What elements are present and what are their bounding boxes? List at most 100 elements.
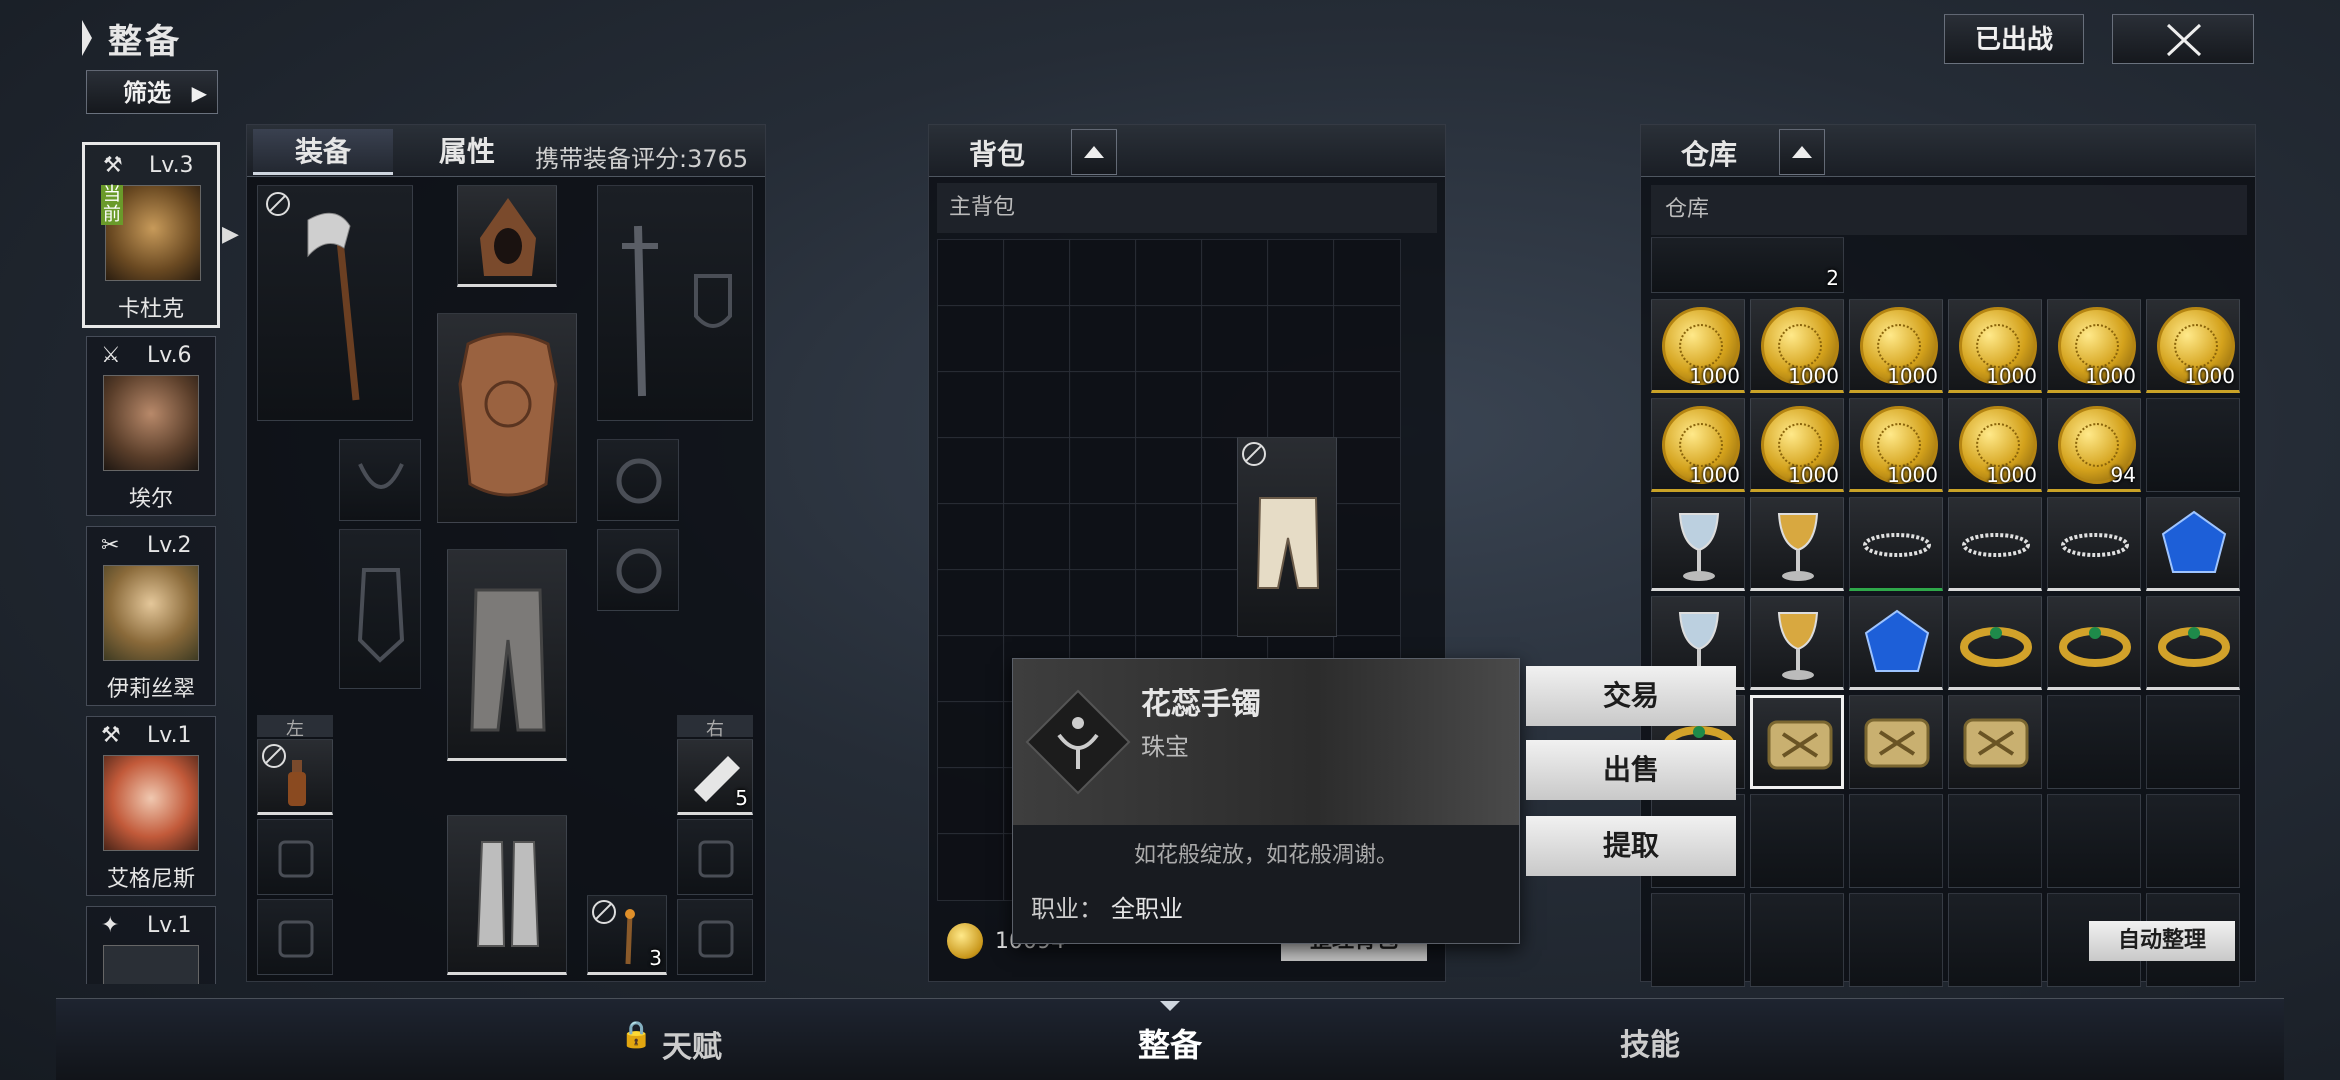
inventory-slot[interactable] xyxy=(1135,503,1203,571)
chevron-right-icon[interactable]: ▶ xyxy=(222,222,239,247)
warehouse-slot[interactable] xyxy=(1948,893,2042,987)
inventory-slot[interactable] xyxy=(1267,371,1335,439)
inventory-slot[interactable] xyxy=(1135,239,1203,307)
warehouse-slot[interactable] xyxy=(1750,695,1844,789)
secondary-weapon-slot[interactable] xyxy=(597,185,753,421)
warehouse-slot[interactable] xyxy=(1750,596,1844,690)
warehouse-slot[interactable]: 1000 xyxy=(2047,299,2141,393)
warehouse-slot[interactable]: 1000 xyxy=(2146,299,2240,393)
warehouse-slot[interactable]: 1000 xyxy=(1651,299,1745,393)
inventory-slot[interactable] xyxy=(1267,305,1335,373)
hero-card[interactable]: ⚒ Lv.1 艾格尼斯 xyxy=(86,716,216,896)
inventory-slot[interactable] xyxy=(1333,371,1401,439)
warehouse-slot[interactable] xyxy=(1948,596,2042,690)
warehouse-slot[interactable]: 1000 xyxy=(1948,299,2042,393)
inventory-slot[interactable] xyxy=(1003,239,1071,307)
collapse-button[interactable] xyxy=(1071,129,1117,175)
inventory-slot[interactable] xyxy=(937,305,1005,373)
nav-skills[interactable]: 技能 xyxy=(1590,1020,1710,1064)
gloves-slot[interactable] xyxy=(339,529,421,689)
auto-sort-button[interactable]: 自动整理 xyxy=(2089,921,2235,961)
trade-button[interactable]: 交易 xyxy=(1526,666,1736,726)
inventory-item[interactable] xyxy=(1237,437,1337,637)
inventory-slot[interactable] xyxy=(937,569,1005,637)
bag-slot[interactable] xyxy=(257,899,333,975)
inventory-slot[interactable] xyxy=(1069,305,1137,373)
inventory-slot[interactable] xyxy=(1069,569,1137,637)
inventory-slot[interactable] xyxy=(937,635,1005,703)
collapse-button[interactable] xyxy=(1779,129,1825,175)
warehouse-slot[interactable]: 94 xyxy=(2047,398,2141,492)
armor-slot[interactable] xyxy=(437,313,577,523)
inventory-slot[interactable] xyxy=(937,239,1005,307)
warehouse-slot[interactable]: 1000 xyxy=(1849,398,1943,492)
inventory-slot[interactable] xyxy=(1201,305,1269,373)
inventory-slot[interactable] xyxy=(1003,569,1071,637)
tab-equipment[interactable]: 装备 xyxy=(253,129,393,175)
inventory-slot[interactable] xyxy=(1069,437,1137,505)
hero-card[interactable]: ✦ Lv.1 xyxy=(86,906,216,984)
inventory-slot[interactable] xyxy=(937,503,1005,571)
helmet-slot[interactable] xyxy=(457,185,557,287)
inventory-slot[interactable] xyxy=(1003,437,1071,505)
hero-card[interactable]: ⚒ Lv.3 当前 卡杜克 xyxy=(82,142,220,328)
warehouse-slot[interactable]: 2 xyxy=(1651,237,1844,293)
tab-attributes[interactable]: 属性 xyxy=(397,129,537,175)
warehouse-slot[interactable] xyxy=(1849,596,1943,690)
inventory-slot[interactable] xyxy=(1135,371,1203,439)
warehouse-slot[interactable] xyxy=(1849,497,1943,591)
inventory-slot[interactable] xyxy=(1201,239,1269,307)
weapon-slot[interactable] xyxy=(257,185,413,421)
close-button[interactable] xyxy=(2112,14,2254,64)
warehouse-slot[interactable]: 1000 xyxy=(1750,299,1844,393)
warehouse-slot[interactable] xyxy=(1750,794,1844,888)
ring-slot[interactable] xyxy=(597,529,679,611)
necklace-slot[interactable] xyxy=(339,439,421,521)
warehouse-slot[interactable] xyxy=(2146,794,2240,888)
warehouse-slot[interactable]: 1000 xyxy=(1651,398,1745,492)
inventory-slot[interactable] xyxy=(1267,239,1335,307)
inventory-slot[interactable] xyxy=(1201,371,1269,439)
warehouse-slot[interactable] xyxy=(1651,497,1745,591)
inventory-slot[interactable] xyxy=(1069,503,1137,571)
bag-slot[interactable] xyxy=(677,899,753,975)
torch-slot[interactable]: 3 xyxy=(587,895,667,975)
inventory-slot[interactable] xyxy=(1333,437,1401,505)
ring-slot[interactable] xyxy=(597,439,679,521)
inventory-slot[interactable] xyxy=(1333,305,1401,373)
warehouse-slot[interactable] xyxy=(1948,497,2042,591)
boots-slot[interactable] xyxy=(447,815,567,975)
extract-button[interactable]: 提取 xyxy=(1526,816,1736,876)
warehouse-slot[interactable] xyxy=(2047,596,2141,690)
inventory-slot[interactable] xyxy=(1003,305,1071,373)
left-hand-slot[interactable] xyxy=(257,739,333,815)
warehouse-slot[interactable] xyxy=(2146,497,2240,591)
inventory-slot[interactable] xyxy=(1135,569,1203,637)
warehouse-slot[interactable] xyxy=(1750,497,1844,591)
deployed-button[interactable]: 已出战 xyxy=(1944,14,2084,64)
warehouse-slot[interactable] xyxy=(1849,893,1943,987)
inventory-slot[interactable] xyxy=(937,701,1005,769)
warehouse-slot[interactable] xyxy=(1948,794,2042,888)
hero-card[interactable]: ⚔ Lv.6 埃尔 xyxy=(86,336,216,516)
inventory-slot[interactable] xyxy=(937,767,1005,835)
inventory-slot[interactable] xyxy=(937,833,1005,901)
inventory-slot[interactable] xyxy=(1333,569,1401,637)
warehouse-slot[interactable] xyxy=(2047,695,2141,789)
nav-talent[interactable]: 🔒 天赋 xyxy=(620,1016,740,1066)
inventory-slot[interactable] xyxy=(1135,437,1203,505)
back-button[interactable] xyxy=(80,12,94,64)
inventory-slot[interactable] xyxy=(1003,503,1071,571)
warehouse-slot[interactable]: 1000 xyxy=(1849,299,1943,393)
bag-slot[interactable] xyxy=(257,819,333,895)
pants-slot[interactable] xyxy=(447,549,567,761)
warehouse-slot[interactable] xyxy=(1849,695,1943,789)
warehouse-slot[interactable] xyxy=(1651,893,1745,987)
bag-slot[interactable] xyxy=(677,819,753,895)
inventory-slot[interactable] xyxy=(1135,305,1203,373)
warehouse-slot[interactable] xyxy=(2047,794,2141,888)
inventory-slot[interactable] xyxy=(1333,239,1401,307)
warehouse-slot[interactable] xyxy=(1948,695,2042,789)
inventory-slot[interactable] xyxy=(937,437,1005,505)
hero-card[interactable]: ✂ Lv.2 伊莉丝翠 xyxy=(86,526,216,706)
